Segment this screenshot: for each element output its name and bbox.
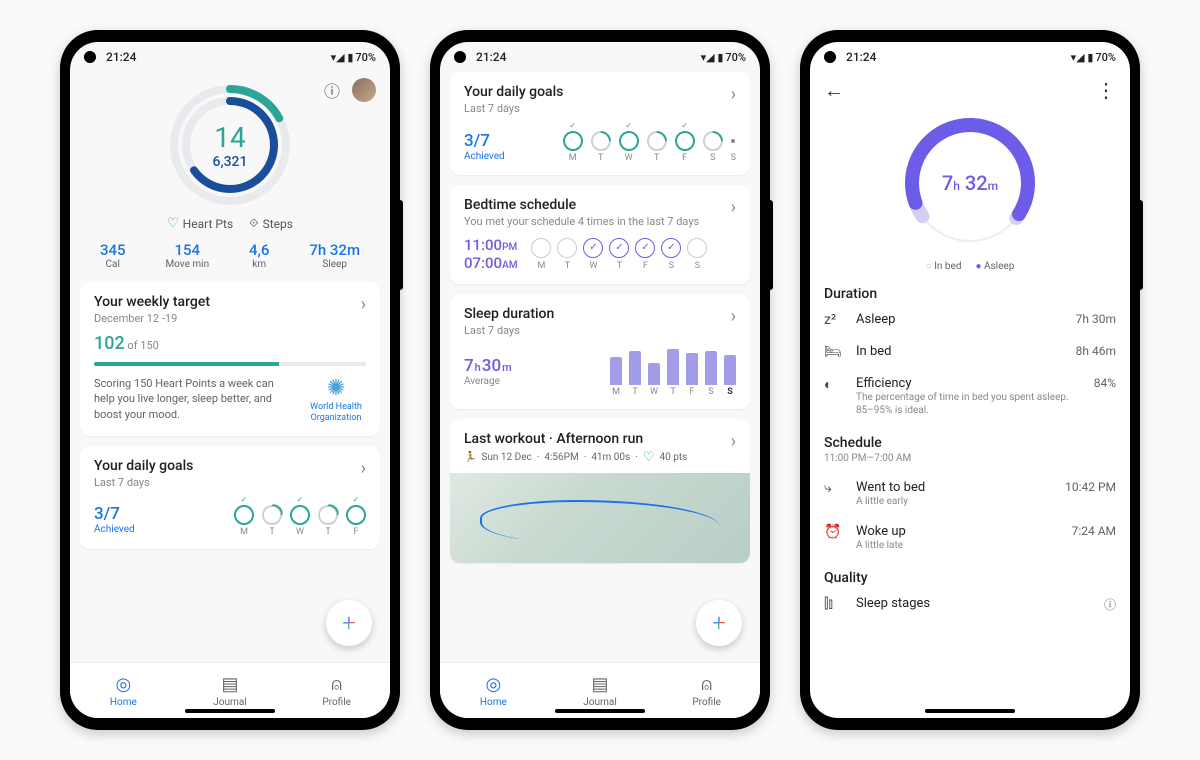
schedule-heading: Schedule [810,435,1130,451]
home-icon: ◎ [115,674,131,695]
nav-home[interactable]: ◎Home [70,663,177,718]
phone-goals: 21:24 ▾◢ ▮70% Your daily goalsLast 7 day… [430,30,770,730]
efficiency-icon: ◐ [824,376,844,393]
stats-row: 345Cal 154Move min 4,6km 7h 32mSleep [80,241,380,270]
stat-cal[interactable]: 345Cal [100,241,126,270]
chevron-right-icon: › [361,458,366,479]
zzz-icon: z² [824,312,844,328]
quality-heading: Quality [810,570,1130,586]
phone-sleep: 21:24 ▾◢ ▮70% ← ⋮ 7h 32m ○ In bed● Aslee… [800,30,1140,730]
home-indicator[interactable] [555,709,645,713]
sleep-legend: ○ In bed● Asleep [810,261,1130,272]
steps-value: 6,321 [213,154,248,170]
workout-map[interactable] [450,473,750,563]
more-menu-icon[interactable]: ⋮ [1096,78,1116,103]
profile-icon: ⍝ [331,674,342,695]
screen-goals: 21:24 ▾◢ ▮70% Your daily goalsLast 7 day… [440,42,760,718]
status-right: ▾◢ ▮70% [331,51,376,64]
progress-bar [94,362,366,366]
row-sleep-stages[interactable]: ⫿⫾Sleep stagesⓘ [810,588,1130,621]
home-indicator[interactable] [185,709,275,713]
camera-cutout [84,51,96,63]
row-woke-up[interactable]: ⏰Woke upA little late7:24 AM [810,516,1130,560]
heart-points-value: 14 [214,121,245,154]
ring-legend: ♡Heart Pts ⟐Steps [80,216,380,231]
nav-home[interactable]: ◎Home [440,663,547,718]
row-went-to-bed[interactable]: ⤷Went to bedA little early10:42 PM [810,472,1130,516]
stat-sleep[interactable]: 7h 32mSleep [309,241,360,270]
back-button[interactable]: ← [824,78,844,103]
row-inbed[interactable]: 🛏In bed8h 46m [810,336,1130,368]
heart-icon: ♡ [167,216,179,231]
status-bar: 21:24 ▾◢ ▮70% [70,42,390,72]
status-bar: 21:24 ▾◢ ▮70% [810,42,1130,72]
bedtime-card[interactable]: Bedtime scheduleYou met your schedule 4 … [450,185,750,284]
status-bar: 21:24 ▾◢ ▮70% [440,42,760,72]
weekly-target-text: Scoring 150 Heart Points a week can help… [94,376,296,424]
steps-icon: ⟐ [249,216,258,231]
stat-movemin[interactable]: 154Move min [165,241,209,270]
last-workout-card[interactable]: Last workout · Afternoon run 🏃Sun 12 Dec… [450,419,750,563]
sleep-bars-chart [610,345,736,385]
duration-heading: Duration [810,286,1130,302]
fab-add-button[interactable]: + [326,600,372,646]
achieved-count: 3/7 [94,504,135,524]
home-indicator[interactable] [925,709,1015,713]
daily-goals-card[interactable]: Your daily goalsLast 7 days› 3/7Achieved… [450,72,750,175]
bed-icon: 🛏 [824,344,844,360]
activity-ring[interactable]: 14 6,321 [80,80,380,210]
screen-sleep: 21:24 ▾◢ ▮70% ← ⋮ 7h 32m ○ In bed● Aslee… [810,42,1130,718]
days-row: ✓M T ✓W T ✓F [234,495,366,537]
bedtime-days: M T ✓W ✓T ✓F ✓S S [531,238,707,271]
bed-arrow-icon: ⤷ [824,480,844,496]
status-time: 21:24 [106,50,136,64]
run-icon: 🏃 [464,452,476,463]
sleep-clock: 7h 32m [810,113,1130,253]
nav-profile[interactable]: ⍝Profile [283,663,390,718]
daily-goals-card[interactable]: Your daily goals Last 7 days › 3/7Achiev… [80,446,380,549]
journal-icon: ▤ [222,674,239,695]
bars-icon: ⫿⫾ [824,596,844,612]
alarm-icon: ⏰ [824,524,844,540]
stat-km[interactable]: 4,6km [249,241,269,270]
who-icon: ✺ [306,376,366,402]
row-asleep[interactable]: z²Asleep7h 30m [810,304,1130,336]
who-badge: ✺World Health Organization [306,376,366,424]
fab-add-button[interactable]: + [696,600,742,646]
screen-home: 21:24 ▾◢ ▮70% ⓘ 14 6,321 ♡Heart Pts [70,42,390,718]
weekly-target-card[interactable]: Your weekly target December 12 -19 › 102… [80,282,380,436]
weekly-progress: 102 [94,333,125,354]
chevron-right-icon: › [361,294,366,315]
row-efficiency[interactable]: ◐EfficiencyThe percentage of time in bed… [810,368,1130,425]
info-icon[interactable]: ⓘ [1104,596,1116,613]
sleep-duration-card[interactable]: Sleep durationLast 7 days› 7h30mAverage … [450,294,750,409]
phone-home: 21:24 ▾◢ ▮70% ⓘ 14 6,321 ♡Heart Pts [60,30,400,730]
nav-profile[interactable]: ⍝Profile [653,663,760,718]
